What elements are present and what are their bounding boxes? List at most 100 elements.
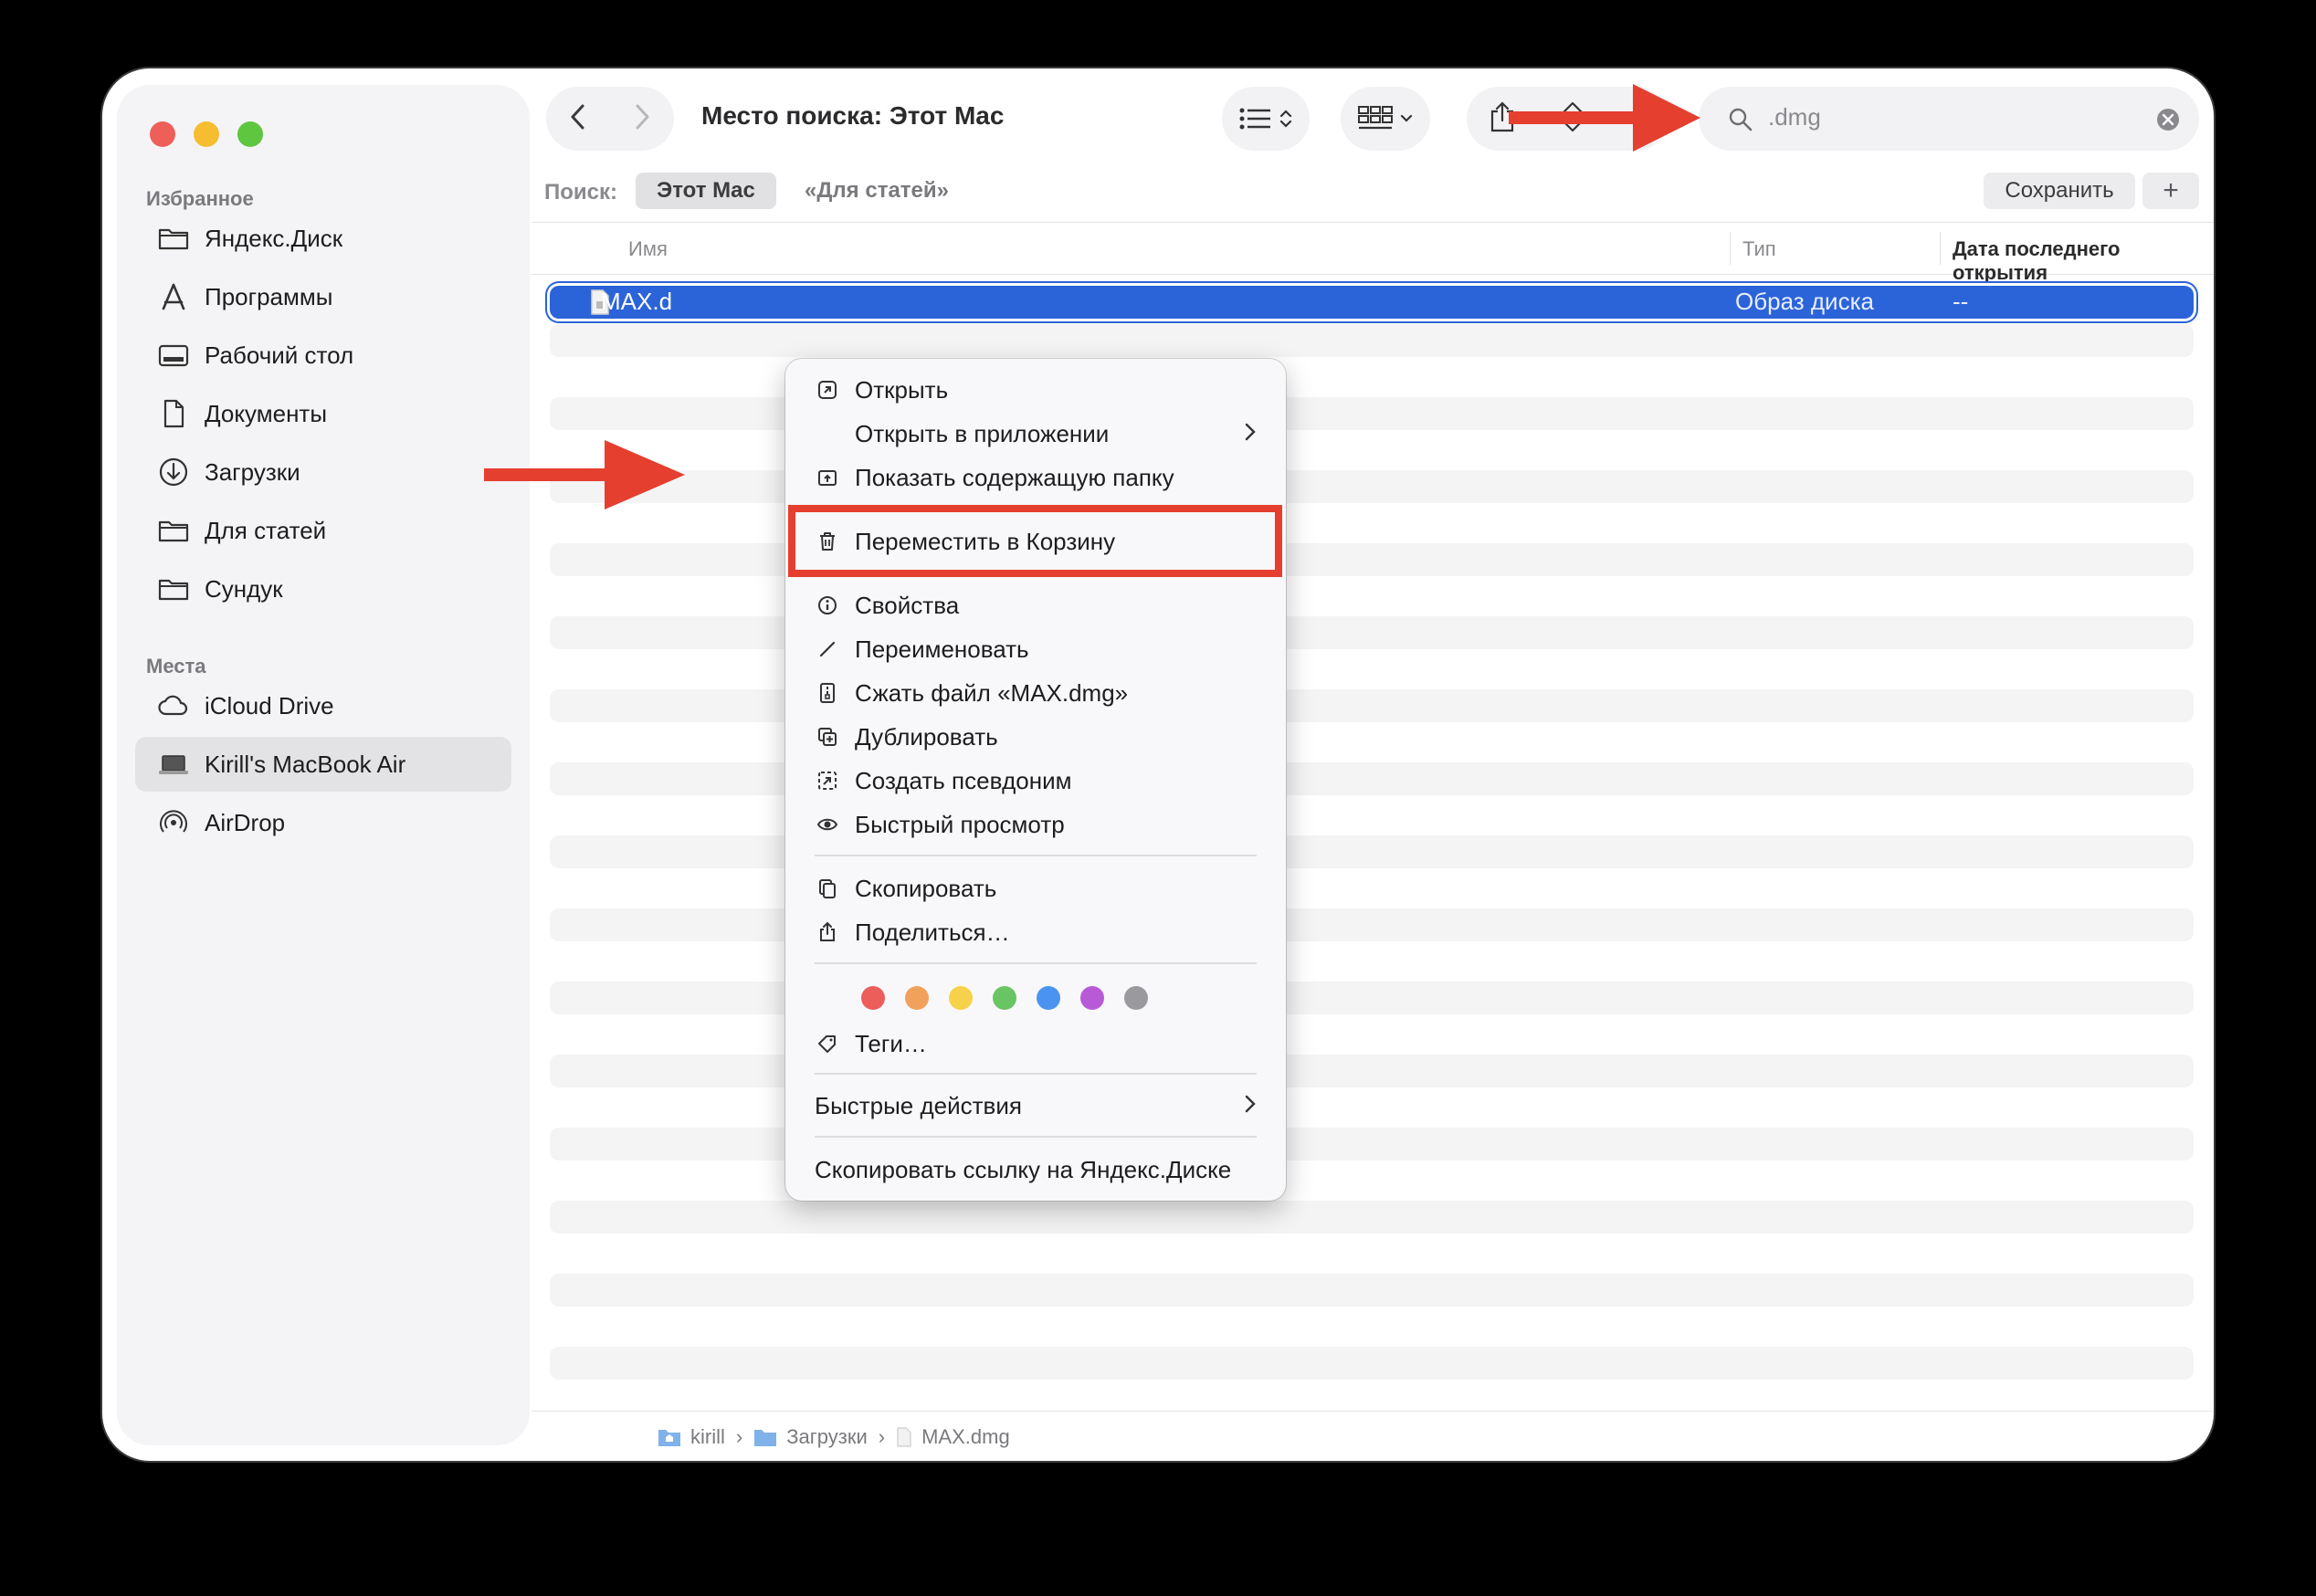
document-icon: [155, 395, 192, 432]
add-criteria-button[interactable]: +: [2142, 173, 2199, 209]
save-search-button[interactable]: Сохранить: [1984, 173, 2135, 209]
menu-item-show-enclosing-folder[interactable]: Показать содержащую папку: [785, 457, 1286, 498]
list-view-icon: [1239, 108, 1270, 130]
folder-up-icon: [815, 465, 840, 490]
sidebar-item-desktop[interactable]: Рабочий стол: [135, 328, 511, 383]
menu-separator: [815, 1136, 1257, 1138]
info-icon: [815, 593, 840, 618]
menu-item-get-info[interactable]: Свойства: [785, 585, 1286, 625]
folder-icon: [155, 220, 192, 257]
empty-row: [550, 1274, 2194, 1307]
scope-for-articles-button[interactable]: «Для статей»: [787, 173, 966, 209]
path-item-downloads[interactable]: Загрузки: [753, 1425, 868, 1449]
menu-item-tags[interactable]: Теги…: [785, 1024, 1286, 1064]
annotation-arrow-icon: [484, 440, 685, 509]
menu-separator: [815, 855, 1257, 856]
menu-item-rename[interactable]: Переименовать: [785, 629, 1286, 669]
column-kind-header[interactable]: Тип: [1742, 237, 1776, 261]
menu-item-label: Открыть: [855, 375, 949, 404]
chevron-left-icon: [571, 104, 584, 129]
menu-item-copy[interactable]: Скопировать: [785, 868, 1286, 908]
search-input[interactable]: .dmg: [1768, 103, 1821, 131]
tag-purple[interactable]: [1080, 986, 1104, 1010]
tag-yellow[interactable]: [949, 986, 973, 1010]
cloud-icon: [155, 688, 192, 724]
menu-item-open-with[interactable]: Открыть в приложении: [785, 414, 1286, 454]
menu-item-compress[interactable]: Сжать файл «MAX.dmg»: [785, 673, 1286, 713]
sidebar: Избранное Яндекс.Диск Программы Рабочий …: [117, 85, 530, 1445]
navigation-buttons: [546, 87, 674, 151]
archive-icon: [815, 680, 840, 706]
tag-green[interactable]: [993, 986, 1016, 1010]
zoom-window-button[interactable]: [237, 121, 263, 147]
menu-item-label: Создать псевдоним: [855, 766, 1072, 794]
menu-item-quick-actions[interactable]: Быстрые действия: [785, 1086, 1286, 1126]
context-menu: Открыть Открыть в приложении Показать со…: [785, 359, 1286, 1201]
menu-item-label: Быстрые действия: [815, 1091, 1022, 1119]
folder-icon: [155, 571, 192, 607]
open-icon: [815, 377, 840, 403]
sidebar-item-macbook-air[interactable]: Kirill's MacBook Air: [135, 737, 511, 792]
sidebar-item-label: Яндекс.Диск: [205, 224, 343, 252]
file-date: --: [1953, 288, 1969, 315]
tag-red[interactable]: [861, 986, 885, 1010]
path-chevron-icon: ›: [878, 1424, 886, 1448]
sidebar-item-airdrop[interactable]: AirDrop: [135, 795, 511, 850]
close-window-button[interactable]: [150, 121, 175, 147]
menu-item-label: Скопировать: [855, 874, 997, 902]
sidebar-item-downloads[interactable]: Загрузки: [135, 445, 511, 499]
menu-item-label: Теги…: [855, 1029, 927, 1057]
column-divider[interactable]: [1940, 232, 1941, 265]
menu-separator: [815, 962, 1257, 964]
path-item-file[interactable]: MAX.dmg: [896, 1425, 1010, 1449]
path-bar: kirill › Загрузки › MAX.dmg: [532, 1411, 2214, 1461]
back-button[interactable]: [568, 103, 588, 135]
search-field[interactable]: .dmg: [1699, 87, 2199, 151]
menu-item-label: Поделиться…: [855, 918, 1010, 946]
disk-image-icon: [897, 1426, 911, 1447]
menu-item-make-alias[interactable]: Создать псевдоним: [785, 761, 1286, 801]
finder-window: Избранное Яндекс.Диск Программы Рабочий …: [102, 68, 2214, 1461]
sidebar-item-documents[interactable]: Документы: [135, 386, 511, 441]
menu-item-quick-look[interactable]: Быстрый просмотр: [785, 804, 1286, 845]
menu-item-open[interactable]: Открыть: [785, 370, 1286, 410]
empty-row: [550, 1347, 2194, 1380]
group-by-button[interactable]: [1341, 87, 1430, 151]
sidebar-item-label: AirDrop: [205, 808, 286, 836]
menu-item-copy-yandex-link[interactable]: Скопировать ссылку на Яндекс.Диске: [785, 1150, 1286, 1190]
empty-row: [550, 1201, 2194, 1234]
sidebar-item-icloud-drive[interactable]: iCloud Drive: [135, 678, 511, 733]
column-divider[interactable]: [1730, 232, 1731, 265]
menu-item-duplicate[interactable]: Дублировать: [785, 717, 1286, 757]
chevron-right-icon: [1244, 1093, 1257, 1121]
tag-orange[interactable]: [905, 986, 929, 1010]
column-date-header[interactable]: Дата последнего открытия: [1953, 237, 2214, 285]
tag-blue[interactable]: [1037, 986, 1060, 1010]
forward-button[interactable]: [632, 103, 652, 135]
sidebar-item-for-articles[interactable]: Для статей: [135, 503, 511, 558]
desktop-icon: [155, 337, 192, 373]
list-view-button[interactable]: [1222, 87, 1310, 151]
sidebar-item-applications[interactable]: Программы: [135, 269, 511, 324]
column-header: Имя Тип Дата последнего открытия: [532, 222, 2214, 284]
airdrop-icon: [155, 804, 192, 841]
sidebar-item-yandex-disk[interactable]: Яндекс.Диск: [135, 211, 511, 266]
window-title: Место поиска: Этот Mac: [701, 101, 1005, 130]
sidebar-item-label: Сундук: [205, 574, 283, 603]
path-item-home[interactable]: kirill: [658, 1425, 725, 1449]
column-name-header[interactable]: Имя: [628, 237, 668, 261]
sidebar-item-chest[interactable]: Сундук: [135, 562, 511, 616]
annotation-highlight-box: [788, 505, 1282, 577]
downloads-icon: [155, 454, 192, 490]
file-row-selected[interactable]: MAX.d Образ диска --: [550, 286, 2194, 319]
minimize-window-button[interactable]: [194, 121, 219, 147]
menu-item-share[interactable]: Поделиться…: [785, 912, 1286, 952]
tag-gray[interactable]: [1124, 986, 1148, 1010]
menu-item-label: Переименовать: [855, 635, 1029, 663]
alias-icon: [815, 768, 840, 793]
menu-item-label: Сжать файл «MAX.dmg»: [855, 678, 1129, 707]
chevron-right-icon: [1244, 421, 1257, 449]
scope-this-mac-button[interactable]: Этот Mac: [636, 173, 776, 209]
clear-search-icon[interactable]: [2155, 107, 2181, 132]
menu-item-label: Свойства: [855, 591, 960, 619]
